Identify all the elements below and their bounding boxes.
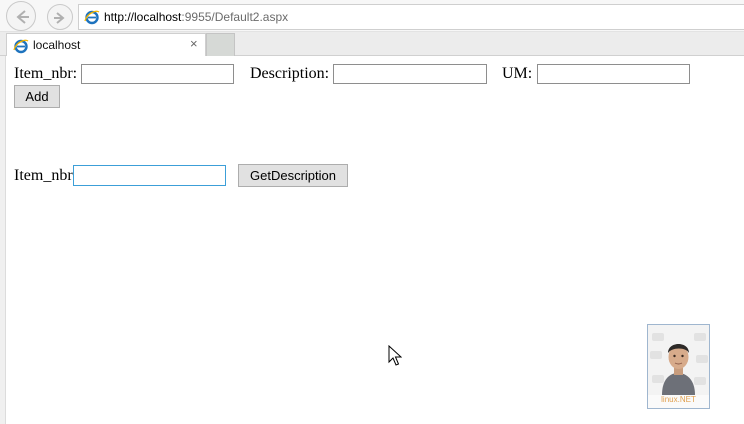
arrow-right-icon xyxy=(54,12,65,24)
person-photo-icon xyxy=(648,325,709,395)
tab-title: localhost xyxy=(33,38,81,52)
item-nbr-lookup-input[interactable] xyxy=(73,165,226,186)
back-button[interactable] xyxy=(6,1,36,31)
browser-toolbar: http://localhost:9955/Default2.aspx xyxy=(0,0,744,32)
url-host: http://localhost xyxy=(104,10,182,24)
item-nbr-label: Item_nbr: xyxy=(14,65,78,82)
um-input[interactable] xyxy=(537,64,690,84)
forward-button[interactable] xyxy=(47,4,73,30)
ie-logo-icon xyxy=(84,10,100,25)
add-button[interactable]: Add xyxy=(14,85,60,108)
watermark-text: linux.NET xyxy=(661,395,696,404)
url-path: :9955/Default2.aspx xyxy=(181,10,289,24)
url-text: http://localhost:9955/Default2.aspx xyxy=(104,10,288,24)
tab-localhost[interactable]: localhost × xyxy=(6,33,206,56)
description-label: Description: xyxy=(250,65,330,82)
address-bar[interactable]: http://localhost:9955/Default2.aspx xyxy=(78,4,744,30)
tab-strip: localhost × xyxy=(0,32,744,56)
page-content: Item_nbr: Description: UM: Add Item_nbr … xyxy=(0,56,744,424)
item-nbr-lookup-label: Item_nbr xyxy=(14,167,73,184)
arrow-left-icon xyxy=(16,10,29,24)
get-description-button[interactable]: GetDescription xyxy=(238,164,348,187)
close-tab-icon[interactable]: × xyxy=(190,37,198,51)
um-label: UM: xyxy=(502,65,533,82)
description-input[interactable] xyxy=(333,64,487,84)
item-nbr-input[interactable] xyxy=(81,64,234,84)
mouse-cursor-icon xyxy=(388,345,402,366)
watermark-avatar: linux.NET xyxy=(647,324,710,409)
new-tab-button[interactable] xyxy=(206,33,235,56)
ie-logo-icon xyxy=(13,39,29,54)
